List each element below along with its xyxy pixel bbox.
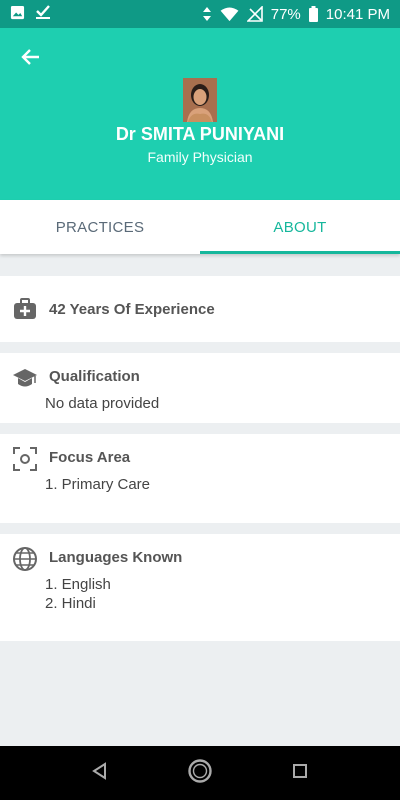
tab-bar: PRACTICES ABOUT	[0, 200, 400, 254]
status-time: 10:41 PM	[325, 5, 390, 23]
back-button[interactable]	[14, 44, 48, 74]
checkbox-icon	[35, 4, 51, 24]
globe-icon	[12, 546, 38, 572]
profile-header: Dr SMITA PUNIYANI Family Physician	[0, 28, 400, 200]
focus-area-title: Focus Area	[49, 449, 131, 466]
experience-text: 42 Years Of Experience	[49, 301, 215, 318]
focus-center-icon	[12, 446, 38, 472]
language-item: 2. Hindi	[45, 595, 96, 612]
language-item: 1. English	[45, 576, 111, 593]
focus-area-card: Focus Area 1. Primary Care	[0, 434, 400, 523]
tab-about[interactable]: ABOUT	[200, 200, 400, 254]
arrow-back-icon	[21, 47, 41, 72]
graduation-cap-icon	[12, 365, 38, 391]
nav-recents-button[interactable]	[285, 758, 315, 788]
back-triangle-icon	[91, 761, 109, 785]
no-signal-icon	[246, 6, 263, 22]
status-bar: 77% 10:41 PM	[0, 0, 400, 28]
focus-area-item: 1. Primary Care	[45, 476, 151, 493]
languages-card: Languages Known 1. English 2. Hindi	[0, 534, 400, 641]
avatar	[183, 78, 217, 122]
system-nav-bar	[0, 746, 400, 800]
battery-icon	[308, 6, 318, 22]
medical-bag-icon	[12, 296, 38, 322]
nav-back-button[interactable]	[85, 758, 115, 788]
image-icon	[10, 5, 25, 24]
tab-practices[interactable]: PRACTICES	[0, 200, 200, 254]
battery-percent: 77%	[270, 5, 301, 23]
doctor-name: Dr SMITA PUNIYANI	[115, 124, 285, 144]
qualification-value: No data provided	[45, 395, 160, 412]
wifi-icon	[220, 6, 239, 22]
experience-card: 42 Years Of Experience	[0, 276, 400, 342]
qualification-title: Qualification	[49, 368, 140, 385]
languages-title: Languages Known	[49, 549, 183, 566]
nav-home-button[interactable]	[185, 758, 215, 788]
qualification-card: Qualification No data provided	[0, 353, 400, 423]
data-arrows-icon	[202, 6, 212, 22]
doctor-role: Family Physician	[147, 149, 253, 165]
home-circle-icon	[187, 758, 213, 789]
recents-square-icon	[292, 763, 308, 784]
